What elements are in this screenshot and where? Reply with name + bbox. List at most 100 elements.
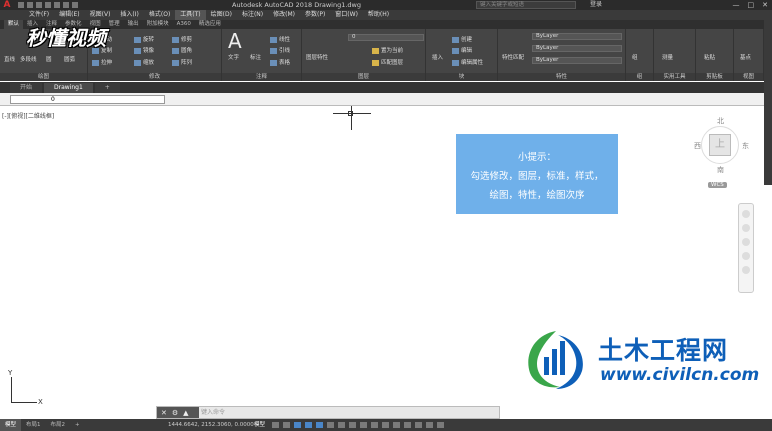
plot-icon[interactable] — [54, 2, 60, 8]
layer-properties-button[interactable]: 图层特性 — [306, 53, 328, 61]
tab-default[interactable]: 默认 — [4, 20, 24, 29]
table-button[interactable]: 表格 — [270, 58, 290, 66]
minimize-button[interactable]: — — [733, 0, 740, 10]
undo-icon[interactable] — [63, 2, 69, 8]
workspace-icon[interactable] — [382, 422, 389, 428]
new-tab-button[interactable]: + — [94, 83, 120, 93]
new-icon[interactable] — [18, 2, 24, 8]
mirror-button[interactable]: 镜像 — [134, 46, 154, 54]
menu-parametric[interactable]: 参数(P) — [300, 10, 330, 20]
autocad-logo[interactable]: A — [0, 0, 14, 10]
login-button[interactable]: 登录 — [590, 0, 602, 10]
units-icon[interactable] — [393, 422, 400, 428]
stretch-button[interactable]: 拉伸 — [92, 58, 112, 66]
circle-button[interactable]: 圆 — [46, 55, 52, 63]
group-button[interactable]: 组 — [632, 53, 638, 61]
tab-manage[interactable]: 管理 — [105, 20, 124, 29]
panel-properties-label[interactable]: 特性 — [498, 73, 625, 81]
close-icon[interactable]: ✕ — [161, 409, 167, 417]
selection-cycling-icon[interactable] — [360, 422, 367, 428]
linetype-combo[interactable]: ByLayer — [532, 45, 622, 52]
create-block-button[interactable]: 创建 — [452, 35, 472, 43]
layout-tab-1[interactable]: 布局1 — [21, 419, 46, 431]
menu-draw[interactable]: 绘图(D) — [206, 10, 237, 20]
edit-block-button[interactable]: 编辑 — [452, 46, 472, 54]
menu-dimension[interactable]: 标注(N) — [237, 10, 268, 20]
grid-icon[interactable] — [272, 422, 279, 428]
match-properties-button[interactable]: 特性匹配 — [502, 53, 524, 61]
tab-output[interactable]: 输出 — [124, 20, 143, 29]
trim-button[interactable]: 修剪 — [172, 35, 192, 43]
close-button[interactable]: ✕ — [762, 0, 768, 10]
panel-groups-label[interactable]: 组 — [626, 73, 653, 81]
redo-icon[interactable] — [72, 2, 78, 8]
set-current-button[interactable]: 置为当前 — [372, 46, 403, 54]
save-icon[interactable] — [36, 2, 42, 8]
ortho-icon[interactable] — [294, 422, 301, 428]
command-history-icon[interactable]: ▲ — [183, 409, 188, 417]
polyline-button[interactable]: 多段线 — [20, 55, 37, 63]
panel-view-label[interactable]: 视图 — [734, 73, 763, 81]
tab-a360[interactable]: A360 — [173, 20, 195, 29]
viewcube-south[interactable]: 南 — [717, 165, 724, 175]
scale-button[interactable]: 缩放 — [134, 58, 154, 66]
steering-wheel-icon[interactable] — [742, 210, 750, 218]
viewcube-top-face[interactable]: 上 — [709, 134, 731, 156]
line-button[interactable]: 直线 — [4, 55, 15, 63]
search-input[interactable]: 键入关键字或短语 — [476, 1, 576, 9]
coordinate-readout[interactable]: 1444.6642, 2152.3060, 0.0000 — [168, 419, 254, 431]
dimension-button[interactable]: 标注 — [250, 53, 261, 61]
arc-button[interactable]: 圆弧 — [64, 55, 75, 63]
layout-tab-model[interactable]: 模型 — [0, 419, 22, 431]
lineweight-icon[interactable] — [338, 422, 345, 428]
isolate-icon[interactable] — [404, 422, 411, 428]
layout-tab-2[interactable]: 布局2 — [46, 419, 71, 431]
wcs-menu[interactable]: WCS — [708, 182, 727, 188]
viewcube-north[interactable]: 北 — [717, 116, 724, 126]
viewcube-west[interactable]: 西 — [694, 141, 701, 151]
tab-addins[interactable]: 附加模块 — [143, 20, 173, 29]
customize-icon[interactable] — [437, 422, 444, 428]
panel-clipboard-label[interactable]: 剪贴板 — [696, 73, 733, 81]
panel-draw-label[interactable]: 绘图 — [0, 73, 87, 81]
tab-featured-apps[interactable]: 精选应用 — [195, 20, 225, 29]
menu-file[interactable]: 文件(F) — [24, 10, 54, 20]
paste-button[interactable]: 粘贴 — [704, 53, 715, 61]
menu-insert[interactable]: 插入(I) — [115, 10, 143, 20]
base-point-button[interactable]: 基点 — [740, 53, 751, 61]
maximize-button[interactable]: □ — [748, 0, 755, 10]
linear-button[interactable]: 线性 — [270, 35, 290, 43]
panel-modify-label[interactable]: 修改 — [88, 73, 221, 81]
menu-modify[interactable]: 修改(M) — [268, 10, 300, 20]
panel-layers-label[interactable]: 图层 — [302, 73, 425, 81]
array-button[interactable]: 阵列 — [172, 58, 192, 66]
panel-annotation-label[interactable]: 注释 — [222, 73, 301, 81]
menu-tools[interactable]: 工具(T) — [175, 10, 206, 20]
annotation-scale-icon[interactable] — [371, 422, 378, 428]
viewport-controls[interactable]: [-][俯视][二维线框] — [2, 111, 54, 120]
menu-view[interactable]: 视图(V) — [85, 10, 116, 20]
osnap-icon[interactable] — [316, 422, 323, 428]
lineweight-combo[interactable]: ByLayer — [532, 57, 622, 64]
wrench-icon[interactable]: ⚙ — [172, 409, 178, 417]
color-combo[interactable]: ByLayer — [532, 33, 622, 40]
snap-icon[interactable] — [283, 422, 290, 428]
add-layout-button[interactable]: + — [70, 419, 85, 431]
panel-utilities-label[interactable]: 实用工具 — [654, 73, 695, 81]
leader-button[interactable]: 引线 — [270, 46, 290, 54]
pan-icon[interactable] — [742, 224, 750, 232]
layer-toolbar-combo[interactable]: 0 — [10, 95, 165, 104]
showmotion-icon[interactable] — [742, 266, 750, 274]
command-input[interactable]: 键入命令 — [201, 408, 225, 417]
rotate-button[interactable]: 旋转 — [134, 35, 154, 43]
menu-window[interactable]: 窗口(W) — [330, 10, 363, 20]
hardware-accel-icon[interactable] — [415, 422, 422, 428]
saveas-icon[interactable] — [45, 2, 51, 8]
menu-format[interactable]: 格式(O) — [144, 10, 175, 20]
file-tab-drawing1[interactable]: Drawing1 — [44, 83, 93, 93]
fillet-button[interactable]: 圆角 — [172, 46, 192, 54]
viewcube[interactable]: 北 西 东 南 上 WCS — [694, 114, 754, 194]
menu-edit[interactable]: 编辑(E) — [54, 10, 84, 20]
match-layer-button[interactable]: 匹配图层 — [372, 58, 403, 66]
otrack-icon[interactable] — [327, 422, 334, 428]
